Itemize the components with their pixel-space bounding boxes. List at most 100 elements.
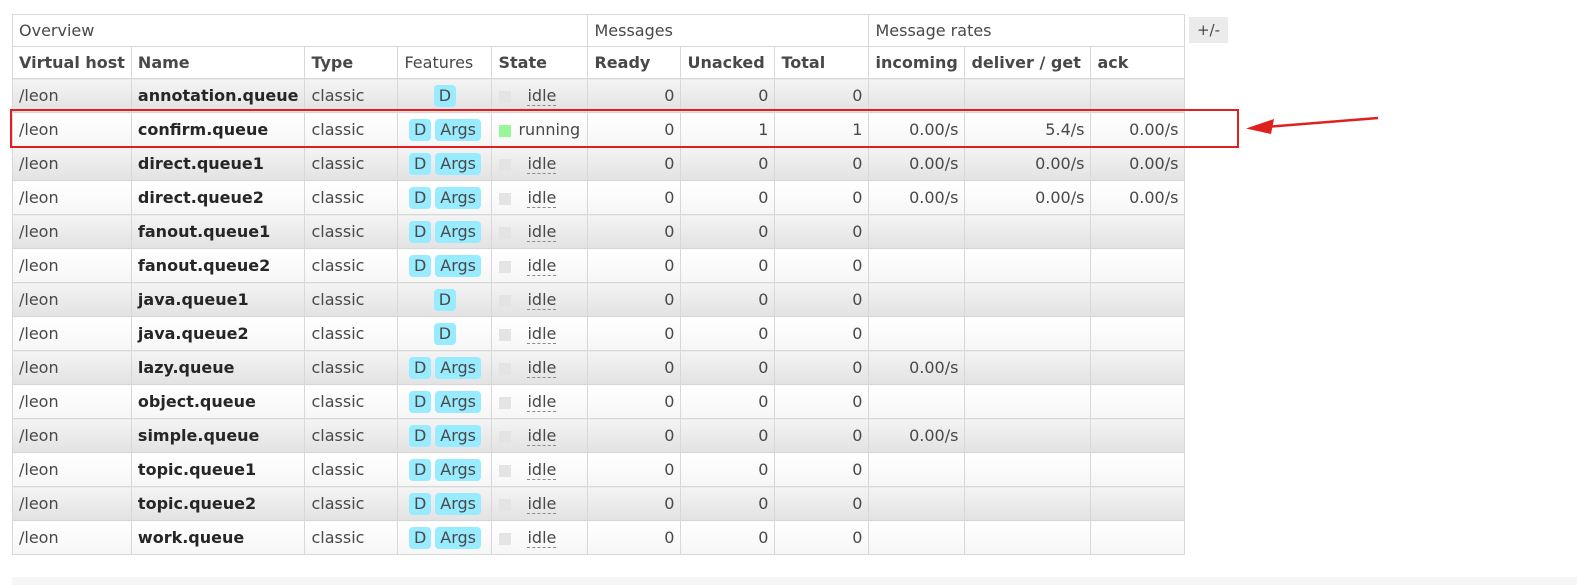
queue-type: classic [304,418,399,453]
queue-name-link[interactable]: java.queue1 [130,282,306,317]
queue-ready-count: 0 [587,112,682,147]
feature-badge-args[interactable]: Args [435,492,481,515]
feature-badge-args[interactable]: Args [435,220,481,243]
column-header-deliver-get[interactable]: deliver / get [964,46,1092,79]
state-indicator-icon [499,464,512,477]
queue-vhost: /leon [12,248,132,283]
queue-ack-rate [1090,214,1186,249]
feature-badge-durable[interactable]: D [433,84,457,107]
queue-incoming-rate: 0.00/s [868,180,966,215]
feature-badge-durable[interactable]: D [408,152,432,175]
feature-badge-durable[interactable]: D [408,492,432,515]
queue-type: classic [304,520,399,555]
queue-name-link[interactable]: topic.queue2 [130,486,306,521]
column-header-virtual-host[interactable]: Virtual host [12,46,132,79]
queue-incoming-rate [868,520,966,555]
state-indicator-icon [499,158,512,171]
feature-badge-args[interactable]: Args [435,118,481,141]
state-label: idle [527,188,557,208]
feature-badge-durable[interactable]: D [408,254,432,277]
queue-deliver-get-rate [964,78,1092,113]
queue-type: classic [304,248,399,283]
queue-name-link[interactable]: fanout.queue1 [130,214,306,249]
queue-total-count: 0 [774,282,870,317]
state-label: idle [527,528,557,548]
feature-badge-args[interactable]: Args [435,254,481,277]
group-header-message-rates: Message rates [868,14,1186,47]
column-header-total[interactable]: Total [774,46,870,79]
feature-badge-durable[interactable]: D [408,458,432,481]
feature-badge-args[interactable]: Args [435,458,481,481]
queue-total-count: 0 [774,214,870,249]
feature-badge-args[interactable]: Args [435,186,481,209]
column-header-state[interactable]: State [491,46,589,79]
queue-features: D Args [397,452,493,487]
queue-name-link[interactable]: java.queue2 [130,316,306,351]
table-row: /leon object.queue classic D Args idle 0 0 0 [12,384,1186,419]
queue-vhost: /leon [12,316,132,351]
feature-badge-durable[interactable]: D [408,526,432,549]
queue-ready-count: 0 [587,248,682,283]
feature-badge-durable[interactable]: D [408,390,432,413]
queue-name-link[interactable]: simple.queue [130,418,306,453]
queue-type: classic [304,146,399,181]
state-indicator-icon [499,532,512,545]
column-header-name[interactable]: Name [130,46,306,79]
column-header-unacked[interactable]: Unacked [680,46,776,79]
feature-badge-args[interactable]: Args [435,424,481,447]
column-header-incoming[interactable]: incoming [868,46,966,79]
queue-name-link[interactable]: object.queue [130,384,306,419]
queue-features: D Args [397,350,493,385]
feature-badge-args[interactable]: Args [435,356,481,379]
queue-name-link[interactable]: confirm.queue [130,112,306,147]
feature-badge-durable[interactable]: D [433,322,457,345]
queue-ack-rate [1090,384,1186,419]
queue-name-link[interactable]: lazy.queue [130,350,306,385]
state-indicator-icon [499,90,512,103]
feature-badge-durable[interactable]: D [408,356,432,379]
queue-features: D Args [397,520,493,555]
queue-vhost: /leon [12,146,132,181]
queue-unacked-count: 0 [680,418,776,453]
queue-total-count: 0 [774,248,870,283]
queues-table: Overview Messages Message rates Virtual … [11,14,1186,555]
queue-name-link[interactable]: annotation.queue [130,78,306,113]
queue-features: D Args [397,248,493,283]
table-row: /leon topic.queue1 classic D Args idle 0 0 0 [12,452,1186,487]
queue-name-link[interactable]: direct.queue2 [130,180,306,215]
state-indicator-icon [499,260,512,273]
column-header-features: Features [397,46,493,79]
queue-ack-rate [1090,282,1186,317]
feature-badge-args[interactable]: Args [435,390,481,413]
annotation-arrow-icon [1246,116,1379,134]
queue-name-link[interactable]: fanout.queue2 [130,248,306,283]
feature-badge-durable[interactable]: D [433,288,457,311]
queue-unacked-count: 0 [680,384,776,419]
queue-name-link[interactable]: topic.queue1 [130,452,306,487]
column-header-type[interactable]: Type [304,46,399,79]
feature-badge-durable[interactable]: D [408,424,432,447]
queue-type: classic [304,78,399,113]
queue-vhost: /leon [12,418,132,453]
column-header-ack[interactable]: ack [1090,46,1186,79]
queue-name-link[interactable]: work.queue [130,520,306,555]
queue-ack-rate [1090,248,1186,283]
feature-badge-durable[interactable]: D [408,220,432,243]
queue-incoming-rate: 0.00/s [868,146,966,181]
queue-features: D Args [397,486,493,521]
state-indicator-icon [499,294,512,307]
state-label: idle [527,256,557,276]
queue-ready-count: 0 [587,350,682,385]
column-header-ready[interactable]: Ready [587,46,682,79]
queue-ready-count: 0 [587,282,682,317]
queue-name-link[interactable]: direct.queue1 [130,146,306,181]
queue-unacked-count: 0 [680,282,776,317]
feature-badge-args[interactable]: Args [435,526,481,549]
queue-unacked-count: 0 [680,146,776,181]
toggle-columns-button[interactable]: +/- [1189,17,1228,43]
feature-badge-durable[interactable]: D [408,186,432,209]
feature-badge-args[interactable]: Args [435,152,481,175]
feature-badge-durable[interactable]: D [408,118,432,141]
queue-deliver-get-rate: 0.00/s [964,146,1092,181]
queue-ready-count: 0 [587,180,682,215]
